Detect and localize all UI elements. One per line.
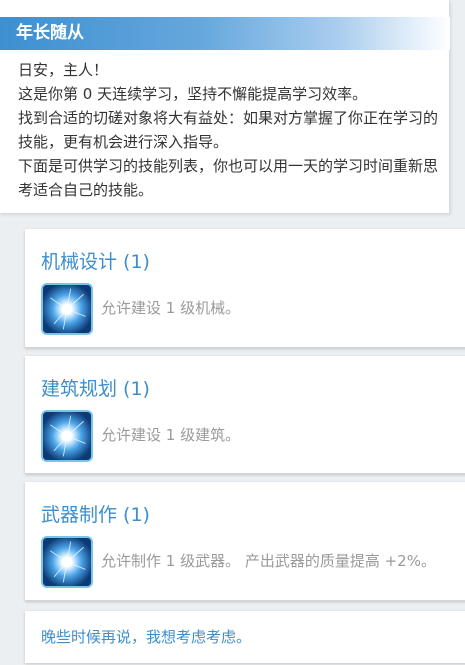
skill-title: 武器制作 (1) — [41, 504, 150, 526]
intro-list-hint: 下面是可供学习的技能列表，你也可以用一天的学习时间重新思考适合自己的技能。 — [18, 157, 439, 199]
intro-streak: 这是你第 0 天连续学习，坚持不懈能提高学习效率。 — [18, 85, 368, 103]
skill-description: 允许建设 1 级机械。 — [101, 299, 241, 317]
blue-burst-icon — [41, 536, 93, 588]
decide-later-button[interactable]: 晚些时候再说，我想考虑考虑。 — [25, 611, 465, 663]
dialog-title: 年长随从 — [0, 17, 450, 50]
skill-description: 允许制作 1 级武器。 产出武器的质量提高 +2%。 — [101, 552, 436, 570]
skill-card-architectural-planning[interactable]: 建筑规划 (1) 允许建设 1 级建筑。 — [25, 356, 465, 474]
blue-burst-icon — [41, 283, 93, 335]
intro-text: 日安，主人！ 这是你第 0 天连续学习，坚持不懈能提高学习效率。 找到合适的切磋… — [0, 58, 450, 202]
dialog-panel: 年长随从 日安，主人！ 这是你第 0 天连续学习，坚持不懈能提高学习效率。 找到… — [0, 0, 450, 213]
skill-description: 允许建设 1 级建筑。 — [101, 426, 241, 444]
panel-top-edge — [0, 0, 449, 17]
decide-later-label: 晚些时候再说，我想考虑考虑。 — [41, 628, 252, 646]
blue-burst-icon — [41, 410, 93, 462]
skill-title: 建筑规划 (1) — [41, 378, 150, 400]
skill-card-weapon-crafting[interactable]: 武器制作 (1) 允许制作 1 级武器。 产出武器的质量提高 +2%。 — [25, 482, 465, 601]
skill-card-mechanical-design[interactable]: 机械设计 (1) 允许建设 1 级机械。 — [25, 229, 465, 348]
intro-tip: 找到合适的切磋对象将大有益处：如果对方掌握了你正在学习的技能，更有机会进行深入指… — [18, 109, 439, 151]
skill-title: 机械设计 (1) — [41, 251, 150, 273]
intro-greeting: 日安，主人！ — [18, 61, 109, 79]
